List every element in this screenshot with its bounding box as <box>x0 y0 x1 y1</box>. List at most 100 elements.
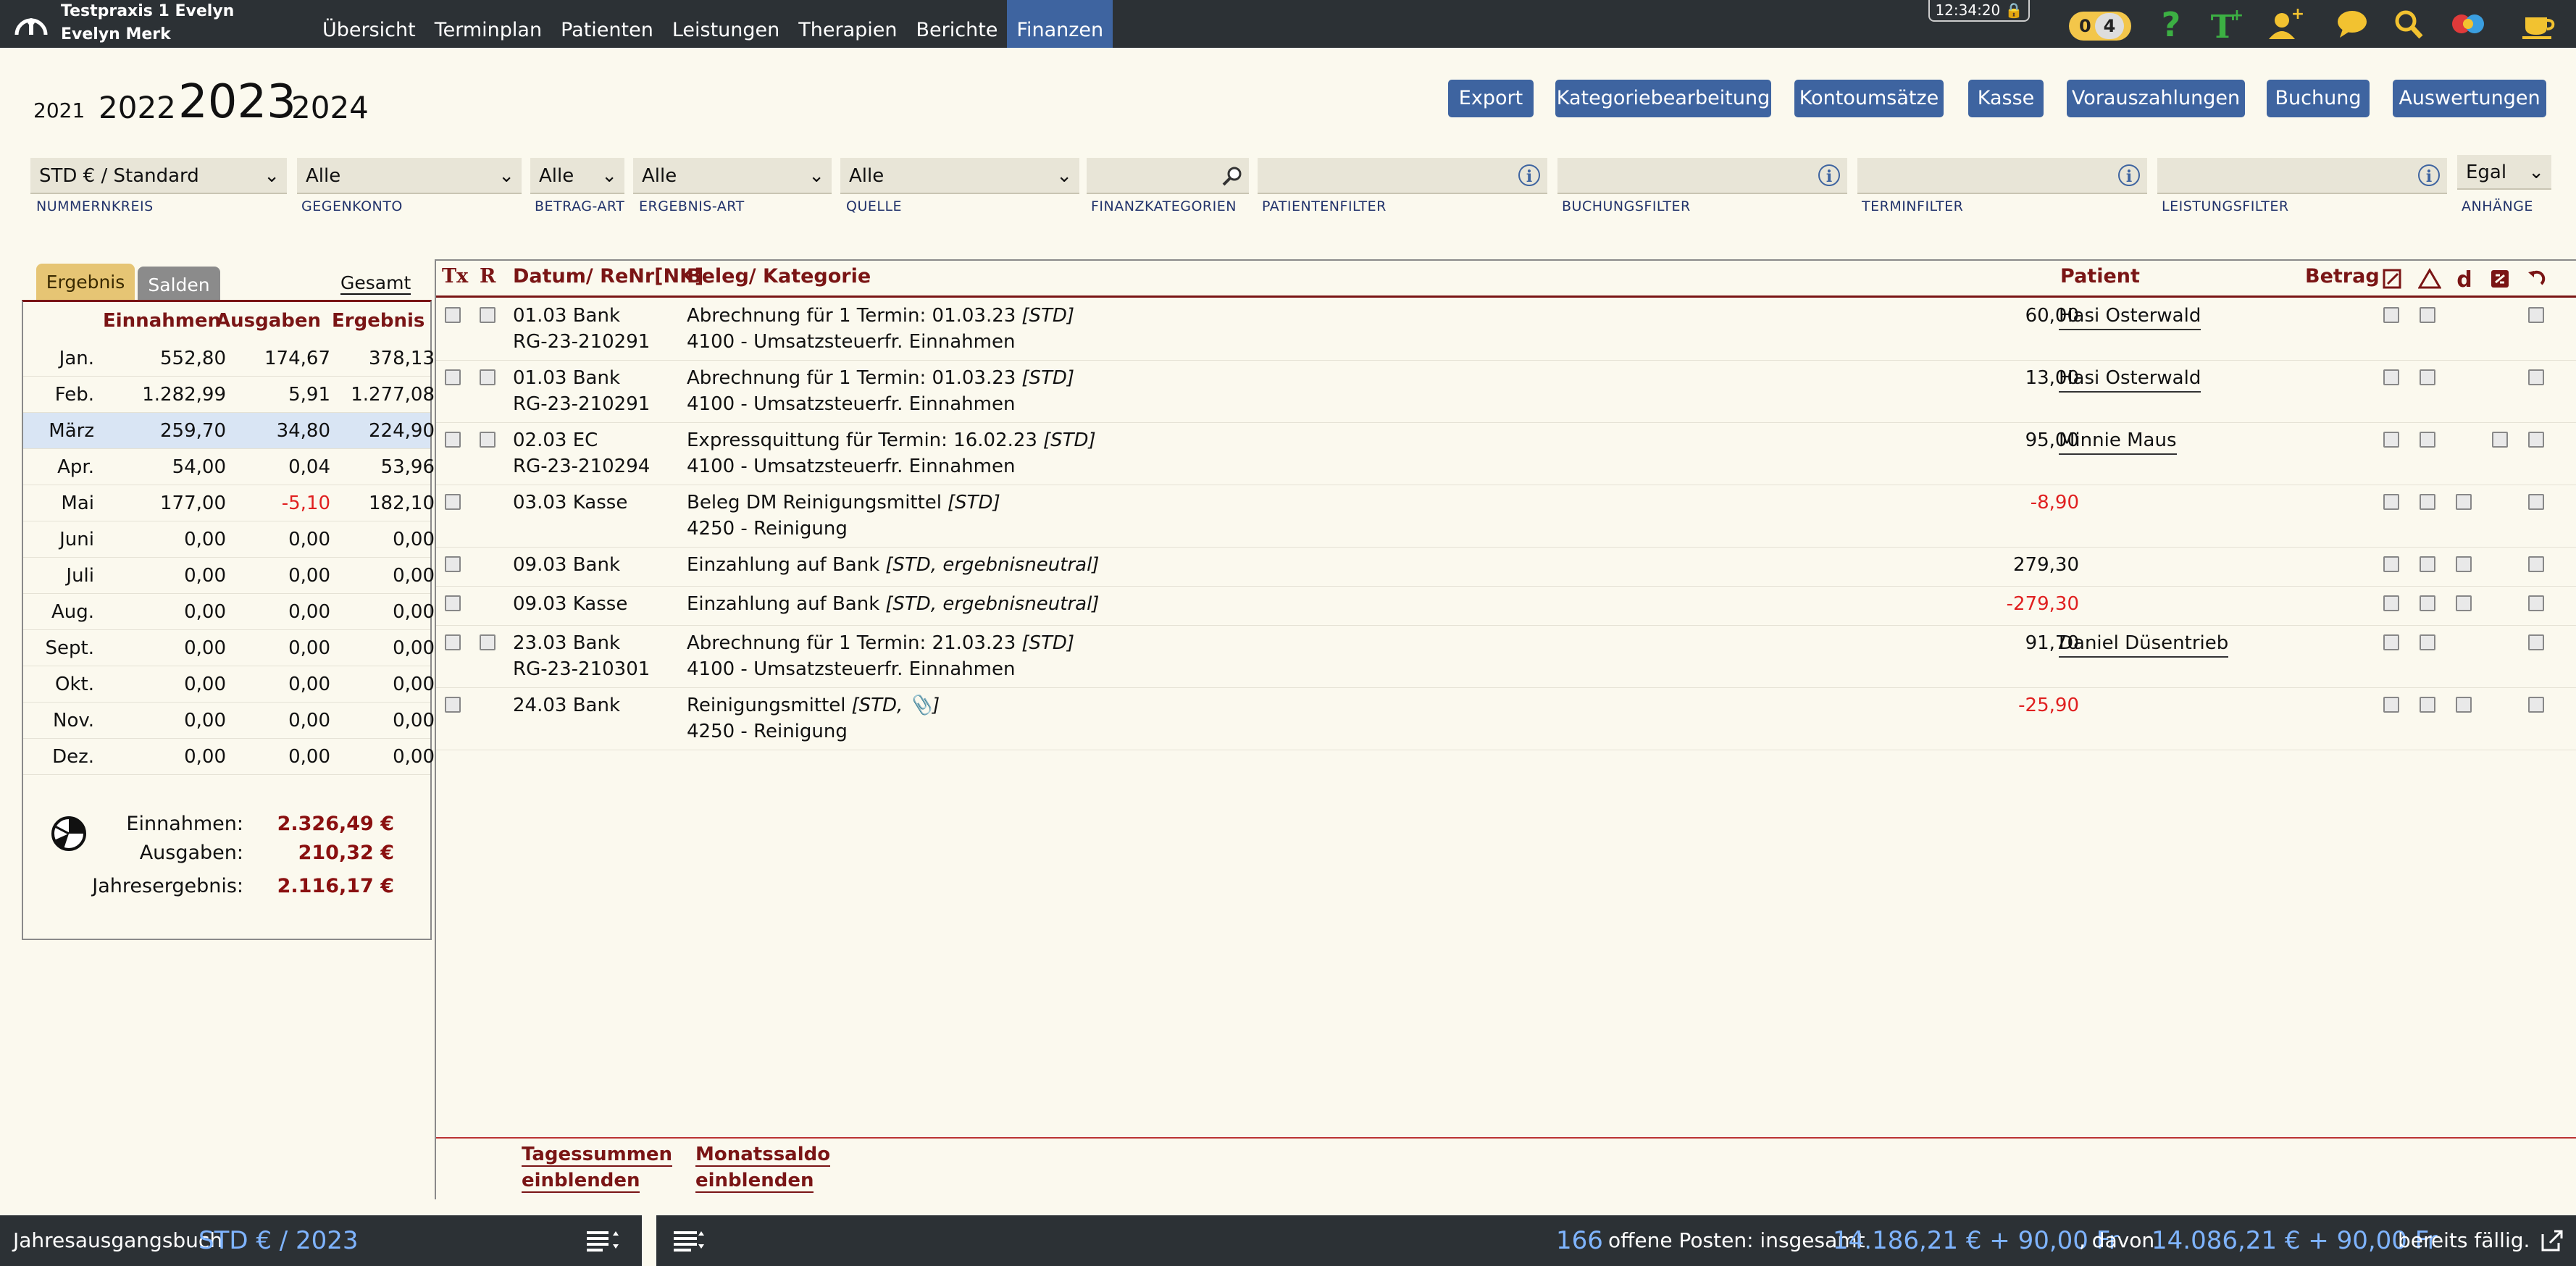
table-row[interactable]: 24.03 Bank Reinigungsmittel [STD, 📎] 4250 -… <box>436 688 2576 750</box>
tagessummen-link[interactable]: Tagessummen einblenden <box>522 1141 672 1194</box>
betrag-art-select[interactable]: Alle ⌄ <box>530 158 624 194</box>
flag-checkbox-2[interactable] <box>2420 494 2435 510</box>
notification-counter[interactable]: 0 4 <box>2069 12 2131 41</box>
faellig-total[interactable]: 14.086,21 € + 90,00 Fr <box>2151 1215 2438 1266</box>
flag-checkbox-3[interactable] <box>2456 494 2472 510</box>
flag-checkbox-1[interactable] <box>2383 697 2399 713</box>
month-row[interactable]: Juli 0,00 0,00 0,00 <box>23 558 435 594</box>
month-row[interactable]: Nov. 0,00 0,00 0,00 <box>23 703 435 739</box>
header-datum[interactable]: Datum/ ReNr[NK] <box>513 265 703 288</box>
flag-checkbox-1[interactable] <box>2383 494 2399 510</box>
year-2023-selected[interactable]: 2023 <box>178 75 296 129</box>
month-row[interactable]: Mai 177,00 -5,10 182,10 <box>23 485 435 521</box>
d-icon[interactable]: d <box>2454 267 2475 290</box>
month-row[interactable]: Juni 0,00 0,00 0,00 <box>23 521 435 558</box>
r-checkbox[interactable] <box>480 634 495 650</box>
patient-link[interactable]: Hasi Osterwald <box>2059 365 2201 393</box>
flag-checkbox-5[interactable] <box>2528 556 2544 572</box>
gegenkonto-select[interactable]: Alle ⌄ <box>297 158 522 194</box>
status-value[interactable]: STD € / 2023 <box>198 1215 359 1266</box>
month-row[interactable]: Aug. 0,00 0,00 0,00 <box>23 594 435 630</box>
flag-checkbox-5[interactable] <box>2528 369 2544 385</box>
month-row[interactable]: Sept. 0,00 0,00 0,00 <box>23 630 435 666</box>
therapy-add-icon[interactable]: T + <box>2207 6 2246 42</box>
kontoumsaetze-button[interactable]: Kontoumsätze <box>1794 80 1944 117</box>
info-icon[interactable]: i <box>2118 164 2140 186</box>
list-sort-icon[interactable] <box>585 1225 619 1254</box>
tx-checkbox[interactable] <box>445 595 461 611</box>
nav-uebersicht[interactable]: Übersicht <box>313 0 425 48</box>
leistungsfilter-input[interactable]: i <box>2157 158 2447 194</box>
quelle-select[interactable]: Alle ⌄ <box>840 158 1079 194</box>
patient-link[interactable]: Hasi Osterwald <box>2059 303 2201 330</box>
table-row[interactable]: 09.03 Kasse Einzahlung auf Bank [STD, erge… <box>436 587 2576 626</box>
flag-checkbox-3[interactable] <box>2456 556 2472 572</box>
info-icon[interactable]: i <box>1518 164 1540 186</box>
month-row[interactable]: Apr. 54,00 0,04 53,96 <box>23 449 435 485</box>
tx-checkbox[interactable] <box>445 307 461 323</box>
offene-posten-count[interactable]: 166 <box>1556 1215 1603 1266</box>
flag-checkbox-1[interactable] <box>2383 432 2399 448</box>
tx-checkbox[interactable] <box>445 369 461 385</box>
r-checkbox[interactable] <box>480 369 495 385</box>
kategoriebearbeitung-button[interactable]: Kategoriebearbeitung <box>1555 80 1771 117</box>
patientenfilter-input[interactable]: i <box>1258 158 1547 194</box>
flag-checkbox-1[interactable] <box>2383 595 2399 611</box>
flag-checkbox-5[interactable] <box>2528 432 2544 448</box>
tab-salden[interactable]: Salden <box>138 267 220 301</box>
auswertungen-button[interactable]: Auswertungen <box>2393 80 2546 117</box>
month-row[interactable]: Feb. 1.282,99 5,91 1.277,08 <box>23 377 435 413</box>
flag-checkbox-5[interactable] <box>2528 697 2544 713</box>
table-row[interactable]: 01.03 Bank RG-23-210291 Abrechnung für 1 T… <box>436 298 2576 361</box>
flag-checkbox-5[interactable] <box>2528 494 2544 510</box>
buchung-button[interactable]: Buchung <box>2267 80 2370 117</box>
header-tx[interactable]: Tx <box>442 265 468 288</box>
header-patient[interactable]: Patient <box>2060 265 2140 288</box>
flag-checkbox-1[interactable] <box>2383 307 2399 323</box>
colorful-app-icon[interactable] <box>2449 6 2488 42</box>
info-icon[interactable]: i <box>2418 164 2440 186</box>
patient-link[interactable]: Daniel Düsentrieb <box>2059 630 2229 658</box>
nav-therapien[interactable]: Therapien <box>789 0 906 48</box>
offene-posten-total[interactable]: 14.186,21 € + 90,00 Fr <box>1833 1215 2119 1266</box>
flag-checkbox-2[interactable] <box>2420 369 2435 385</box>
table-row[interactable]: 01.03 Bank RG-23-210291 Abrechnung für 1 T… <box>436 361 2576 423</box>
vorauszahlungen-button[interactable]: Vorauszahlungen <box>2067 80 2245 117</box>
help-icon[interactable]: ? <box>2151 6 2191 42</box>
terminfilter-input[interactable]: i <box>1857 158 2147 194</box>
header-beleg[interactable]: Beleg/ Kategorie <box>687 265 871 288</box>
chat-icon[interactable] <box>2333 6 2372 42</box>
tx-checkbox[interactable] <box>445 494 461 510</box>
flag-checkbox-5[interactable] <box>2528 634 2544 650</box>
warning-triangle-icon[interactable] <box>2418 268 2441 290</box>
flag-checkbox-2[interactable] <box>2420 307 2435 323</box>
tab-ergebnis[interactable]: Ergebnis <box>36 264 135 301</box>
nav-berichte[interactable]: Berichte <box>907 0 1008 48</box>
month-row[interactable]: Okt. 0,00 0,00 0,00 <box>23 666 435 703</box>
kasse-button[interactable]: Kasse <box>1968 80 2044 117</box>
anhaenge-select[interactable]: Egal ⌄ <box>2457 155 2551 190</box>
month-row[interactable]: Dez. 0,00 0,00 0,00 <box>23 739 435 775</box>
month-row[interactable]: Jan. 552,80 174,67 378,13 <box>23 340 435 377</box>
flag-checkbox-3[interactable] <box>2456 697 2472 713</box>
export-button[interactable]: Export <box>1448 80 1534 117</box>
list-menu-icon[interactable] <box>672 1225 706 1254</box>
add-patient-icon[interactable]: + <box>2266 6 2305 42</box>
flag-checkbox-4[interactable] <box>2492 432 2508 448</box>
nummernkreis-select[interactable]: STD € / Standard ⌄ <box>30 158 287 194</box>
nav-finanzen[interactable]: Finanzen <box>1007 0 1113 48</box>
buchungsfilter-input[interactable]: i <box>1557 158 1847 194</box>
tx-checkbox[interactable] <box>445 556 461 572</box>
flag-checkbox-2[interactable] <box>2420 697 2435 713</box>
table-row[interactable]: 09.03 Bank Einzahlung auf Bank [STD, ergeb… <box>436 548 2576 587</box>
tx-checkbox[interactable] <box>445 634 461 650</box>
table-row[interactable]: 23.03 Bank RG-23-210301 Abrechnung für 1 T… <box>436 626 2576 688</box>
r-checkbox[interactable] <box>480 432 495 448</box>
nav-patienten[interactable]: Patienten <box>551 0 663 48</box>
header-r[interactable]: R <box>480 265 495 288</box>
nav-leistungen[interactable]: Leistungen <box>663 0 789 48</box>
header-betrag[interactable]: Betrag <box>2305 265 2380 288</box>
flag-checkbox-5[interactable] <box>2528 595 2544 611</box>
external-link-icon[interactable] <box>2540 1228 2564 1253</box>
flag-checkbox-2[interactable] <box>2420 595 2435 611</box>
